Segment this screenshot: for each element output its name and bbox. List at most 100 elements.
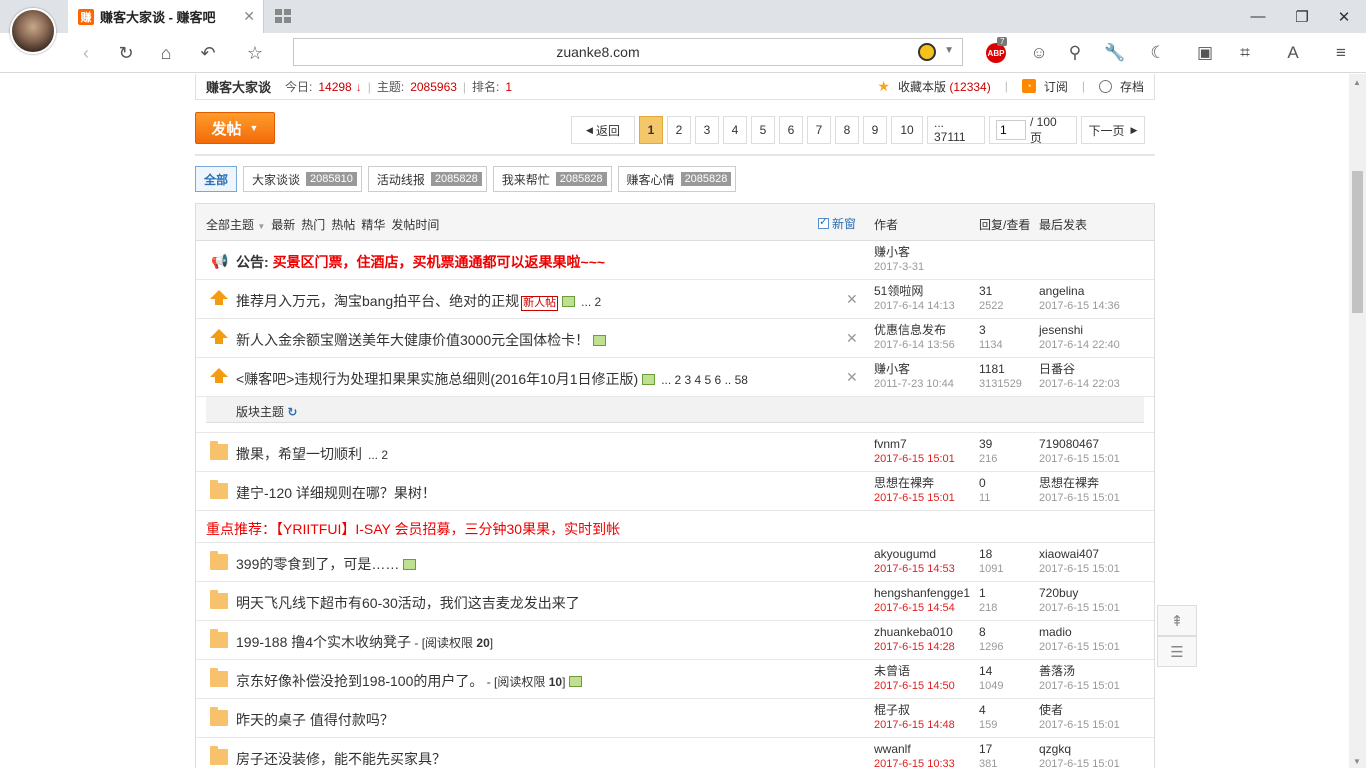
- last-poster[interactable]: angelina: [1039, 284, 1120, 299]
- pager-next-button[interactable]: 下一页 ▶: [1081, 116, 1145, 144]
- sort-hot[interactable]: 热帖: [331, 216, 355, 233]
- filter-item[interactable]: 赚客心情 2085828: [617, 166, 737, 192]
- home-icon[interactable]: ⌂: [154, 41, 178, 65]
- pager-back-button[interactable]: ◀ 返回: [571, 116, 635, 144]
- page-link[interactable]: 10: [891, 116, 923, 144]
- tools-icon[interactable]: 🔧: [1102, 41, 1128, 65]
- page-link[interactable]: 8: [835, 116, 859, 144]
- filter-item[interactable]: 活动线报 2085828: [367, 166, 487, 192]
- author-name[interactable]: 棍子叔: [874, 703, 955, 718]
- page-link[interactable]: 7: [807, 116, 831, 144]
- bee-extension-icon[interactable]: [918, 43, 936, 61]
- monkey-extension-icon[interactable]: ☺: [1026, 41, 1052, 65]
- filter-item[interactable]: 我来帮忙 2085828: [492, 166, 612, 192]
- sort-all-topics[interactable]: 全部主题 ▼: [206, 216, 265, 233]
- last-poster[interactable]: xiaowai407: [1039, 547, 1120, 562]
- author-name[interactable]: zhuankeba010: [874, 625, 955, 640]
- sort-latest[interactable]: 最新: [271, 216, 295, 233]
- thread-title[interactable]: 新人入金余额宝赠送美年大健康价值3000元全国体检卡！: [236, 330, 607, 350]
- sticky-row[interactable]: 推荐月入万元，淘宝bang拍平台、绝对的正规 新人帖... 2 ✕ 51领啦网 20…: [196, 280, 1154, 319]
- filter-all[interactable]: 全部: [195, 166, 238, 192]
- table-row[interactable]: 房子还没装修，能不能先买家具？ wwanlf 2017-6-15 10:33 17 38…: [196, 738, 1154, 768]
- back-icon[interactable]: ‹: [74, 41, 98, 65]
- page-link[interactable]: 3: [695, 116, 719, 144]
- night-mode-icon[interactable]: ☾: [1145, 41, 1171, 65]
- new-window-toggle[interactable]: 新窗: [818, 215, 856, 232]
- author-name[interactable]: 优惠信息发布: [874, 323, 955, 338]
- sticky-row[interactable]: <赚客吧>违规行为处理扣果果实施总细则(2016年10月1日修正版)... 2 …: [196, 358, 1154, 397]
- thread-title[interactable]: 房子还没装修，能不能先买家具？: [236, 749, 446, 768]
- browser-tab-active[interactable]: 赚 赚客大家谈 - 赚客吧 ✕: [68, 0, 264, 33]
- scroll-down-icon[interactable]: ▼: [1353, 757, 1361, 766]
- table-row[interactable]: 撒果，希望一切顺利... 2 fvnm7 2017-6-15 15:01 39 216 7…: [196, 433, 1154, 472]
- page-link-last[interactable]: ... 37111: [927, 116, 985, 144]
- crop-icon[interactable]: ⌗: [1232, 41, 1258, 65]
- author-name[interactable]: hengshanfengge1: [874, 586, 970, 601]
- page-scrollbar[interactable]: ▲ ▼: [1349, 74, 1366, 768]
- translate-icon[interactable]: A: [1280, 41, 1306, 65]
- table-row[interactable]: 399的零食到了，可是…… akyougumd 2017-6-15 14:53 18 1…: [196, 543, 1154, 582]
- thread-title[interactable]: 推荐月入万元，淘宝bang拍平台、绝对的正规 新人帖... 2: [236, 291, 601, 311]
- page-link[interactable]: 4: [723, 116, 747, 144]
- thread-title[interactable]: 199-188 撸4个实木收纳凳子 - [阅读权限 20]: [236, 632, 493, 652]
- briefcase-icon[interactable]: ▣: [1192, 41, 1218, 65]
- refresh-icon[interactable]: ↻: [287, 405, 297, 419]
- thread-title[interactable]: 昨天的桌子 值得付款吗？: [236, 710, 394, 730]
- last-poster[interactable]: 善落汤: [1039, 664, 1120, 679]
- last-poster[interactable]: jesenshi: [1039, 323, 1120, 338]
- new-post-button[interactable]: 发帖 ▼: [195, 112, 275, 144]
- sort-popular[interactable]: 热门: [301, 216, 325, 233]
- archive-link[interactable]: 存档: [1120, 78, 1144, 95]
- list-icon[interactable]: ☰: [1157, 636, 1197, 667]
- page-link[interactable]: 1: [639, 116, 663, 144]
- page-link[interactable]: 6: [779, 116, 803, 144]
- last-poster[interactable]: qzgkq: [1039, 742, 1120, 757]
- reload-icon[interactable]: ↻: [114, 41, 138, 65]
- last-poster[interactable]: 720buy: [1039, 586, 1120, 601]
- table-row[interactable]: 建宁-120 详细规则在哪？果树！ 思想在裸奔 2017-6-15 15:01 0 11…: [196, 472, 1154, 511]
- menu-icon[interactable]: ≡: [1328, 41, 1354, 65]
- page-jump-input[interactable]: [996, 120, 1026, 140]
- table-row[interactable]: 199-188 撸4个实木收纳凳子 - [阅读权限 20] zhuankeba01…: [196, 621, 1154, 660]
- tab-overview-icon[interactable]: [275, 9, 291, 23]
- thread-title[interactable]: 明天飞凡线下超市有60-30活动，我们这吉麦龙发出来了: [236, 593, 580, 613]
- address-bar[interactable]: zuanke8.com ▼: [293, 38, 963, 66]
- thread-title[interactable]: 399的零食到了，可是……: [236, 554, 417, 574]
- chevron-down-icon[interactable]: ▼: [944, 45, 954, 56]
- undo-icon[interactable]: ↶: [196, 41, 220, 65]
- filter-item[interactable]: 大家谈谈 2085810: [243, 166, 362, 192]
- author-name[interactable]: 思想在裸奔: [874, 476, 955, 491]
- page-link[interactable]: 5: [751, 116, 775, 144]
- close-icon[interactable]: ✕: [846, 369, 858, 386]
- checkbox[interactable]: [818, 215, 829, 229]
- announcement-row[interactable]: 📢 公告: 买景区门票，住酒店，买机票通通都可以返果果啦~~~ 赚小客 2017…: [196, 241, 1154, 280]
- minimize-icon[interactable]: —: [1236, 0, 1280, 33]
- thread-title[interactable]: <赚客吧>违规行为处理扣果果实施总细则(2016年10月1日修正版)... 2 …: [236, 369, 748, 389]
- promo-link[interactable]: 重点推荐：【YRIITFUI】I-SAY 会员招募，三分钟30果果，实时到帐: [206, 519, 620, 539]
- scroll-thumb[interactable]: [1352, 171, 1363, 313]
- favorite-star-icon[interactable]: ☆: [243, 41, 267, 65]
- promo-row[interactable]: 重点推荐：【YRIITFUI】I-SAY 会员招募，三分钟30果果，实时到帐: [196, 511, 1154, 543]
- last-poster[interactable]: 使者: [1039, 703, 1120, 718]
- table-row[interactable]: 京东好像补偿没抢到198-100的用户了。 - [阅读权限 10] 未曾语 2017…: [196, 660, 1154, 699]
- last-poster[interactable]: 719080467: [1039, 437, 1120, 452]
- last-poster[interactable]: 思想在裸奔: [1039, 476, 1120, 491]
- last-poster[interactable]: madio: [1039, 625, 1120, 640]
- favorite-link[interactable]: 收藏本版 (12334): [898, 78, 991, 95]
- announcement-title[interactable]: 公告: 买景区门票，住酒店，买机票通通都可以返果果啦~~~: [236, 252, 605, 272]
- table-row[interactable]: 昨天的桌子 值得付款吗？ 棍子叔 2017-6-15 14:48 4 159 使者 2017…: [196, 699, 1154, 738]
- sticky-row[interactable]: 新人入金余额宝赠送美年大健康价值3000元全国体检卡！ ✕ 优惠信息发布 2017…: [196, 319, 1154, 358]
- author-name[interactable]: wwanlf: [874, 742, 955, 757]
- adblock-icon[interactable]: ABP 7: [983, 37, 1009, 65]
- thread-title[interactable]: 建宁-120 详细规则在哪？果树！: [236, 483, 436, 503]
- author-name[interactable]: 未曾语: [874, 664, 955, 679]
- close-icon[interactable]: ✕: [846, 291, 858, 308]
- author-name[interactable]: 赚小客: [874, 362, 954, 377]
- back-to-top-icon[interactable]: ⇞: [1157, 605, 1197, 636]
- restore-icon[interactable]: ❐: [1280, 0, 1324, 33]
- close-icon[interactable]: ✕: [846, 330, 858, 347]
- page-link[interactable]: 2: [667, 116, 691, 144]
- close-window-icon[interactable]: ✕: [1322, 0, 1366, 33]
- page-link[interactable]: 9: [863, 116, 887, 144]
- author-name[interactable]: akyougumd: [874, 547, 955, 562]
